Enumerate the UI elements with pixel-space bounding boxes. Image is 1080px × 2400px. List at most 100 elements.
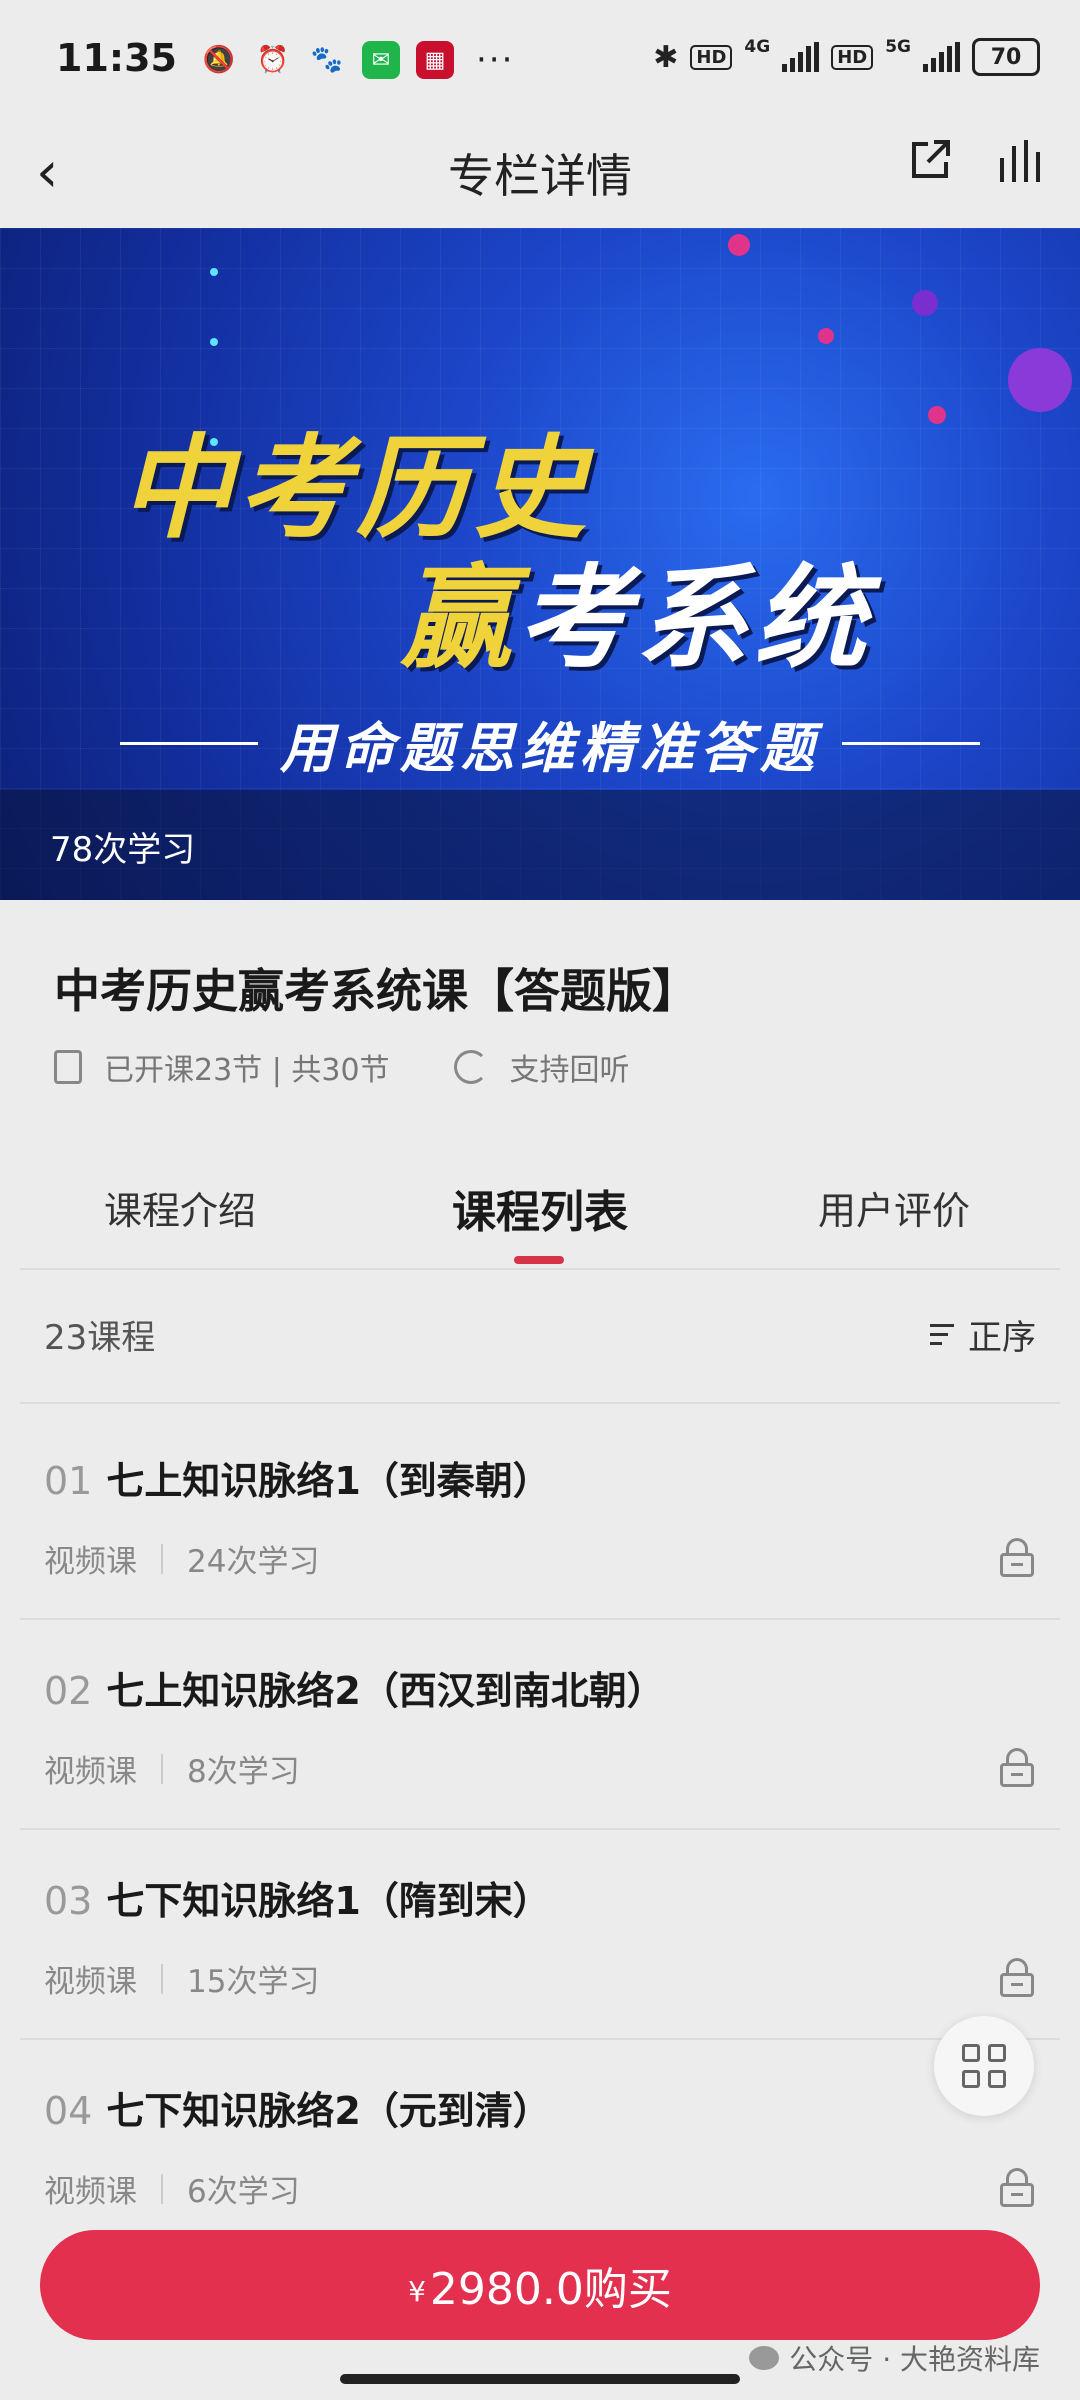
study-count: 78次学习 [50,830,196,870]
lesson-type: 视频课 [44,1544,137,1580]
banner-title-line2: 赢考系统 [400,528,872,690]
lesson-title: 七下知识脉络1（隋到宋） [106,1879,551,1923]
course-meta: 已开课23节 | 共30节 支持回听 [54,1045,630,1089]
top-nav: ‹ 专栏详情 [0,120,1080,230]
separator [161,1753,163,1784]
course-title: 中考历史赢考系统课【答题版】 [54,964,698,1018]
decor-dot [728,234,750,256]
grid-icon-cell [988,2070,1006,2088]
separator [161,1963,163,1994]
lesson-type: 视频课 [44,1964,137,2000]
share-icon[interactable] [908,138,952,182]
wechat-icon: ✉ [362,41,400,79]
currency-symbol: ¥ [408,2274,426,2308]
divider [20,1268,1060,1270]
stats-icon[interactable] [994,136,1044,186]
lock-icon [1000,2168,1034,2207]
status-time: 11:35 [56,36,177,80]
document-icon [54,1050,82,1084]
lesson-type: 视频课 [44,1754,137,1790]
grid-icon-cell [988,2044,1006,2062]
lesson-number: 01 [44,1459,93,1503]
banner-subtitle-row: 用命题思维精准答题 [120,704,980,783]
tab-list[interactable]: 课程列表 [452,1176,628,1240]
lesson-views: 15次学习 [187,1964,320,2000]
hd-badge: HD [690,44,733,70]
paw-icon: 🐾 [310,45,344,75]
lesson-number: 03 [44,1879,93,1923]
tab-reviews[interactable]: 用户评价 [818,1180,970,1235]
lesson-title-row: 02 七上知识脉络2（西汉到南北朝） [44,1660,665,1715]
mute-icon: 🔕 [202,45,236,75]
separator [161,1543,163,1574]
lesson-type: 视频课 [44,2174,137,2210]
decor-dot [210,338,218,346]
network-label-2: 5G [885,37,911,57]
banner-title-highlight: 赢 [400,554,518,684]
lesson-title: 七上知识脉络2（西汉到南北朝） [106,1669,665,1713]
lesson-item[interactable]: 04 七下知识脉络2（元到清） 视频课 6次学习 [0,2040,1080,2250]
tab-bar: 课程介绍 课程列表 用户评价 [0,1160,1080,1270]
more-notifications-icon: ··· [476,40,515,80]
lock-icon [1000,1748,1034,1787]
alarm-icon: ⏰ [256,45,290,75]
buy-button[interactable]: ¥ 2980.0购买 [40,2230,1040,2340]
status-right: ✱ HD 4G HD 5G 70 [653,37,1040,76]
grid-menu-button[interactable] [934,2016,1034,2116]
lesson-count: 23课程 [44,1318,156,1358]
banner-subtitle: 用命题思维精准答题 [280,717,820,780]
decor-sphere [1008,348,1072,412]
bluetooth-icon: ✱ [653,39,679,75]
grid-icon-cell [962,2044,980,2062]
lesson-item[interactable]: 03 七下知识脉络1（隋到宋） 视频课 15次学习 [0,1830,1080,2040]
lock-icon [1000,1538,1034,1577]
watermark-text: 公众号 · 大艳资料库 [789,2343,1040,2376]
lesson-views: 6次学习 [187,2174,300,2210]
network-label-1: 4G [744,37,771,57]
sort-button[interactable]: 正序 [930,1310,1036,1359]
banner-footer: 78次学习 [0,790,1080,900]
lesson-meta: 视频课 6次学习 [44,2166,300,2211]
banner-title-rest: 考系统 [518,554,872,684]
tab-intro[interactable]: 课程介绍 [104,1180,256,1235]
grid-icon-cell [962,2070,980,2088]
decor-dot [912,290,938,316]
lesson-meta: 视频课 24次学习 [44,1536,319,1581]
tab-indicator [514,1256,564,1264]
lesson-item[interactable]: 01 七上知识脉络1（到秦朝） 视频课 24次学习 [0,1410,1080,1620]
wechat-official-icon [749,2346,780,2370]
course-banner[interactable]: 中考历史 赢考系统 用命题思维精准答题 78次学习 [0,228,1080,900]
buy-label: 2980.0购买 [429,2264,672,2315]
lesson-views: 8次学习 [187,1754,300,1790]
replay-icon [453,1050,488,1084]
divider [20,1402,1060,1404]
decor-dot [210,268,218,276]
separator [161,2173,163,2204]
sort-icon [930,1324,954,1345]
lesson-number: 02 [44,1669,93,1713]
home-indicator[interactable] [340,2374,740,2384]
divider-line [842,742,980,745]
battery-icon: 70 [972,38,1040,76]
lesson-meta: 视频课 15次学习 [44,1956,319,2001]
decor-dot [818,328,834,344]
app-icon: ▦ [416,41,454,79]
lesson-title: 七下知识脉络2（元到清） [106,2089,551,2133]
lesson-meta: 视频课 8次学习 [44,1746,300,1791]
lessons-info: 已开课23节 | 共30节 [104,1053,390,1088]
sort-label: 正序 [968,1318,1036,1358]
lesson-title-row: 04 七下知识脉络2（元到清） [44,2080,551,2135]
status-bar: 11:35 🔕 ⏰ 🐾 ✉ ▦ ··· ✱ HD 4G HD 5G 70 [0,0,1080,120]
lock-icon [1000,1958,1034,1997]
status-notification-icons: 🔕 ⏰ 🐾 ✉ ▦ ··· [200,40,514,80]
watermark: 公众号 · 大艳资料库 [749,2338,1040,2378]
hd-badge-2: HD [831,44,874,70]
lesson-title-row: 03 七下知识脉络1（隋到宋） [44,1870,551,1925]
lesson-item[interactable]: 02 七上知识脉络2（西汉到南北朝） 视频课 8次学习 [0,1620,1080,1830]
replay-label: 支持回听 [509,1053,630,1088]
lesson-views: 24次学习 [187,1544,320,1580]
divider-line [120,742,258,745]
lesson-title: 七上知识脉络1（到秦朝） [106,1459,551,1503]
signal-icon-2 [923,42,960,72]
lesson-number: 04 [44,2089,93,2133]
